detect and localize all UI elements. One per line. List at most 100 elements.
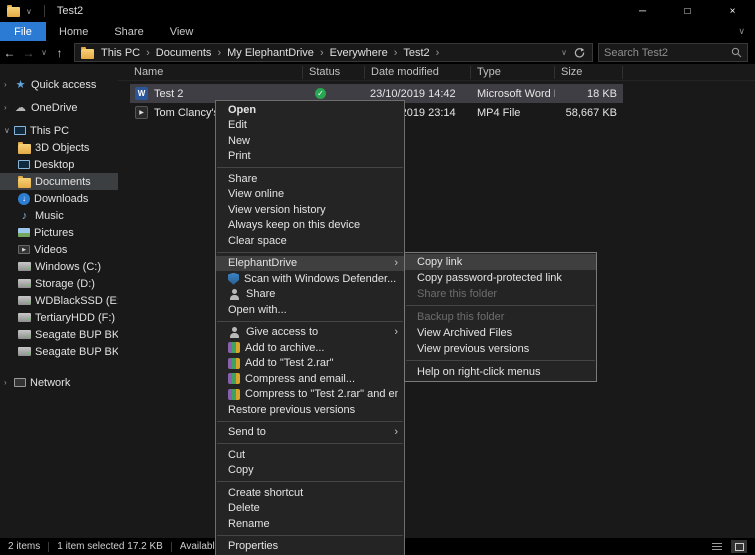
back-button[interactable]: ← xyxy=(0,46,19,60)
sidebar-item[interactable]: Windows (C:) xyxy=(0,258,118,275)
tree-chevron-icon[interactable]: › xyxy=(4,103,14,112)
tree-chevron-icon[interactable]: ∨ xyxy=(4,126,14,135)
context-menu-item[interactable] xyxy=(217,420,403,422)
sidebar-item[interactable]: WDBlackSSD (E:) xyxy=(0,292,118,309)
sidebar-item[interactable]: Storage (D:) xyxy=(0,275,118,292)
sidebar-item[interactable]: Pictures xyxy=(0,224,118,241)
context-menu-item[interactable]: Add to archive... xyxy=(216,340,404,356)
context-menu-item[interactable]: Create shortcut xyxy=(216,485,404,501)
context-menu-item[interactable] xyxy=(217,320,403,322)
context-menu-item[interactable] xyxy=(217,167,403,168)
ribbon-tab[interactable]: View xyxy=(157,22,207,41)
recent-locations-chevron-icon[interactable]: ∨ xyxy=(38,48,50,57)
context-menu-item[interactable]: Give access to xyxy=(216,325,404,341)
sidebar-item[interactable]: ∨ This PC xyxy=(0,122,118,139)
close-button[interactable]: × xyxy=(710,0,755,22)
context-menu-item[interactable]: Copy xyxy=(216,463,404,479)
context-menu-item[interactable]: New xyxy=(216,133,404,149)
column-header-type[interactable]: Type xyxy=(471,65,555,79)
submenu-item[interactable]: Backup this folder xyxy=(405,309,596,325)
breadcrumb-item[interactable]: Everywhere xyxy=(327,47,391,59)
search-input[interactable] xyxy=(604,46,731,59)
breadcrumb-item[interactable]: Documents xyxy=(153,47,215,59)
submenu-item[interactable]: Copy link xyxy=(405,254,596,270)
submenu-item[interactable]: View Archived Files xyxy=(405,325,596,341)
window-folder-icon[interactable] xyxy=(7,5,20,17)
sidebar-item[interactable]: Seagate BUP BK Exter xyxy=(0,343,118,360)
context-menu-item[interactable] xyxy=(217,443,403,444)
context-menu-item[interactable]: Add to "Test 2.rar" xyxy=(216,356,404,372)
sidebar-item[interactable]: Desktop xyxy=(0,156,118,173)
submenu-item[interactable] xyxy=(406,360,595,361)
context-menu-item[interactable]: Always keep on this device xyxy=(216,218,404,234)
column-header-name[interactable]: Name xyxy=(118,65,303,79)
context-menu-item[interactable]: View version history xyxy=(216,202,404,218)
qat-chevron-down-icon[interactable]: ∨ xyxy=(26,7,32,16)
submenu-item[interactable]: Share this folder xyxy=(405,286,596,302)
submenu-item[interactable]: View previous versions xyxy=(405,341,596,357)
submenu-item[interactable] xyxy=(406,305,595,306)
context-menu-item[interactable]: Edit xyxy=(216,118,404,134)
breadcrumb-segment[interactable]: Test2 xyxy=(400,47,442,59)
context-menu-item[interactable]: Open xyxy=(216,102,404,118)
thumbnail-view-button[interactable] xyxy=(731,540,747,553)
context-menu-item[interactable]: Scan with Windows Defender... xyxy=(216,271,404,287)
tree-chevron-icon[interactable]: › xyxy=(4,378,14,387)
sidebar-item[interactable]: Documents xyxy=(0,173,118,190)
tree-chevron-icon[interactable]: › xyxy=(4,80,14,89)
breadcrumb-segment[interactable]: Everywhere xyxy=(327,47,401,59)
context-menu-item[interactable]: Restore previous versions xyxy=(216,402,404,418)
context-menu-item[interactable]: Send to xyxy=(216,425,404,441)
submenu-item[interactable]: Help on right-click menus xyxy=(405,364,596,380)
titlebar-divider xyxy=(43,5,45,17)
sidebar-item[interactable]: Downloads xyxy=(0,190,118,207)
up-button[interactable]: ↑ xyxy=(50,46,69,60)
context-menu-item[interactable]: Share xyxy=(216,171,404,187)
breadcrumb-item[interactable]: This PC xyxy=(98,47,143,59)
context-menu-item[interactable]: ElephantDrive xyxy=(216,255,404,271)
context-menu-item[interactable]: Compress to "Test 2.rar" and email xyxy=(216,387,404,403)
context-menu-item[interactable]: Properties xyxy=(216,539,404,555)
sidebar-item[interactable]: 3D Objects xyxy=(0,139,118,156)
column-header-status[interactable]: Status xyxy=(303,65,365,79)
context-menu-item[interactable] xyxy=(217,251,403,253)
context-menu-item[interactable]: Compress and email... xyxy=(216,371,404,387)
context-menu-item[interactable]: Clear space xyxy=(216,233,404,249)
context-menu-item[interactable]: Rename xyxy=(216,516,404,532)
search-box[interactable] xyxy=(598,43,748,62)
submenu-item[interactable]: Copy password-protected link xyxy=(405,270,596,286)
sidebar-item[interactable]: Music xyxy=(0,207,118,224)
context-menu-item[interactable]: View online xyxy=(216,187,404,203)
breadcrumb-item[interactable]: My ElephantDrive xyxy=(224,47,317,59)
maximize-button[interactable]: □ xyxy=(665,0,710,22)
context-menu-item[interactable] xyxy=(217,481,403,482)
minimize-button[interactable]: ─ xyxy=(620,0,665,22)
forward-button[interactable]: → xyxy=(19,46,38,60)
breadcrumb-item[interactable]: Test2 xyxy=(400,47,432,59)
ribbon-tab[interactable]: Home xyxy=(46,22,101,41)
details-view-button[interactable] xyxy=(709,540,725,553)
address-dropdown-chevron-icon[interactable]: ∨ xyxy=(557,48,571,57)
sidebar-item[interactable]: › OneDrive xyxy=(0,99,118,116)
sidebar-item[interactable]: TertiaryHDD (F:) xyxy=(0,309,118,326)
breadcrumb-segment[interactable]: Documents xyxy=(153,47,224,59)
refresh-icon[interactable] xyxy=(571,47,588,58)
address-bar[interactable]: This PC Documents My ElephantDrive Every… xyxy=(74,43,593,62)
ribbon-tab[interactable]: Share xyxy=(101,22,156,41)
sidebar-item[interactable]: Videos xyxy=(0,241,118,258)
column-header-date-modified[interactable]: Date modified xyxy=(365,65,471,79)
context-menu-item[interactable]: Open with... xyxy=(216,302,404,318)
breadcrumb-segment[interactable]: This PC xyxy=(98,47,153,59)
sidebar-item[interactable]: › Network xyxy=(0,374,118,391)
ribbon-expand-chevron-icon[interactable]: ∨ xyxy=(738,22,755,41)
context-menu-item[interactable]: Delete xyxy=(216,501,404,517)
context-menu-item[interactable]: Print xyxy=(216,149,404,165)
sidebar-item[interactable]: › Quick access xyxy=(0,76,118,93)
context-menu-item[interactable]: Cut xyxy=(216,447,404,463)
context-menu-item[interactable]: Share xyxy=(216,287,404,303)
context-menu-item[interactable] xyxy=(217,534,403,536)
sidebar-item[interactable]: Seagate BUP BK (G:) xyxy=(0,326,118,343)
column-header-size[interactable]: Size xyxy=(555,65,623,79)
file-menu-button[interactable]: File xyxy=(0,22,46,41)
breadcrumb-segment[interactable]: My ElephantDrive xyxy=(224,47,327,59)
